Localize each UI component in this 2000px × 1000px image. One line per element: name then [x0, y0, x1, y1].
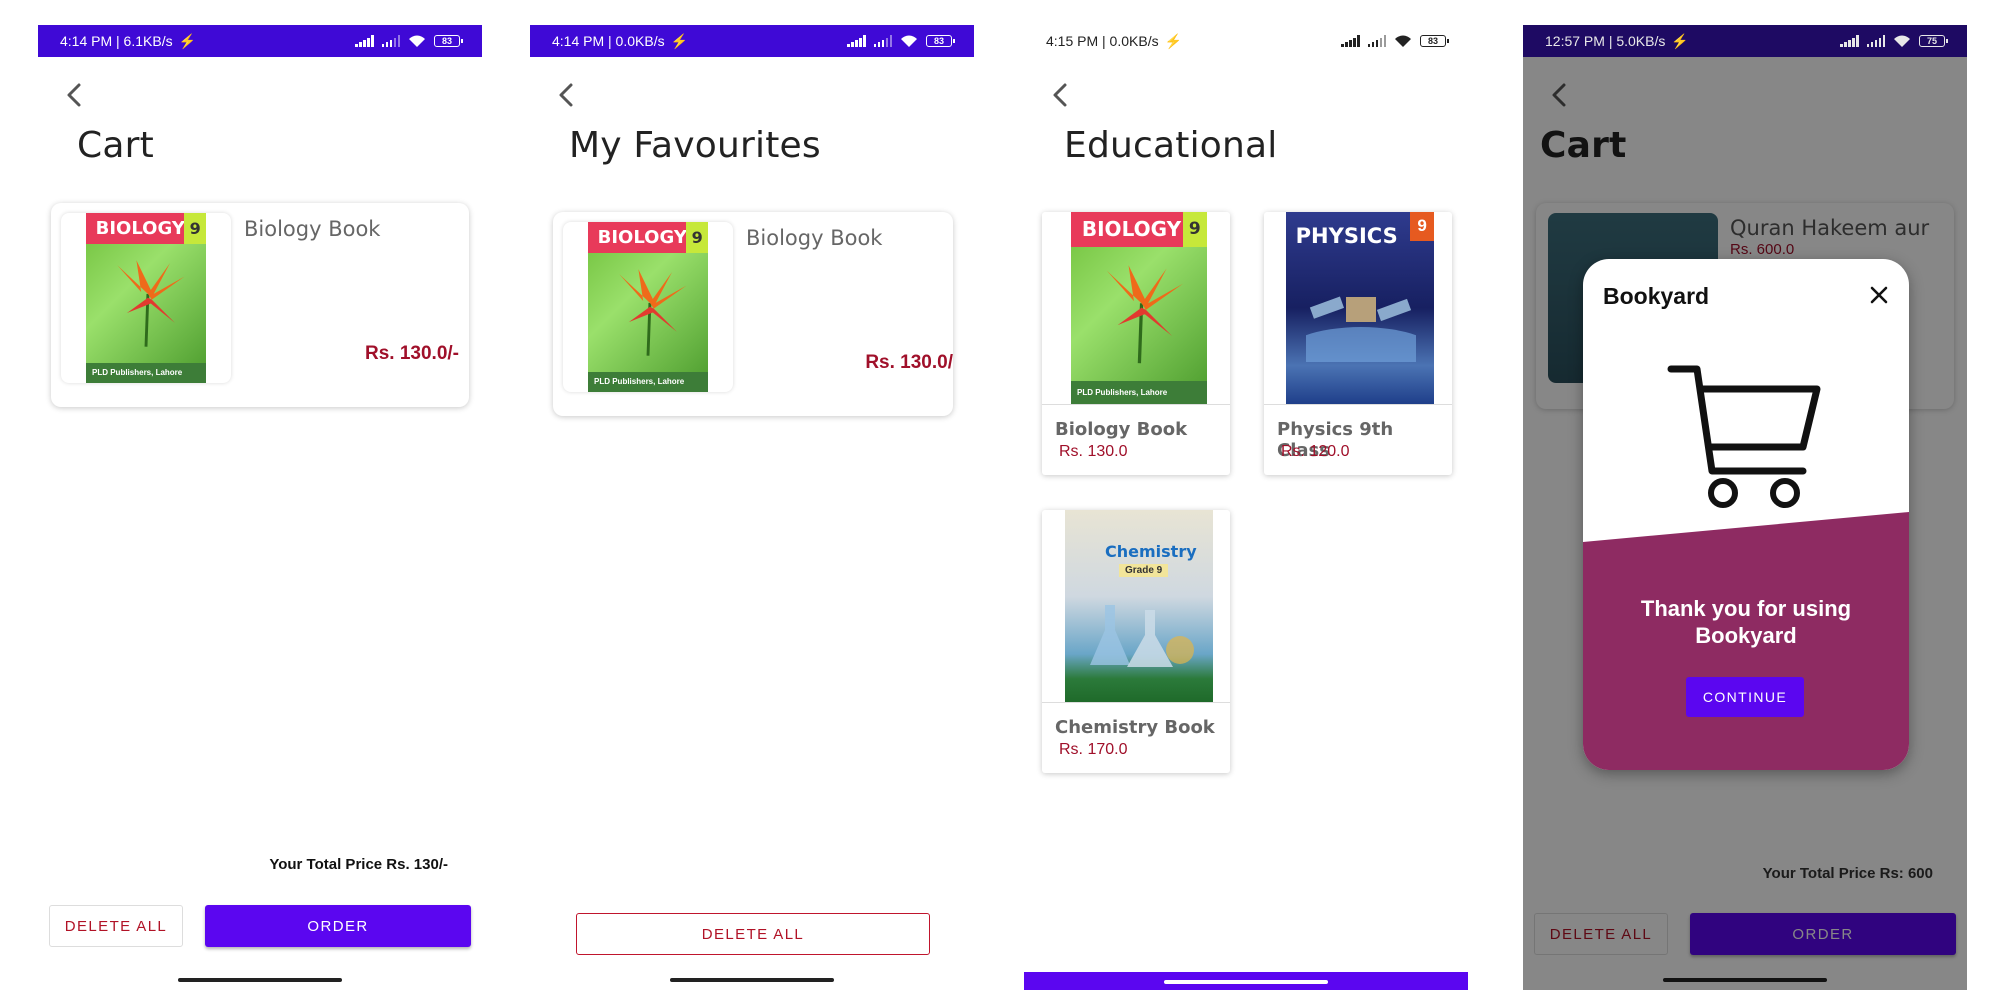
status-bar: 4:14 PM | 6.1KB/s ⚡ 83 — [38, 25, 482, 57]
signal-icon — [381, 35, 400, 47]
cart-screen: 4:14 PM | 6.1KB/s ⚡ 83 Cart BIOLOGY 9 PLD… — [38, 25, 482, 990]
wifi-icon — [1894, 35, 1910, 47]
educational-screen: 4:15 PM | 0.0KB/s ⚡ 83 Educational BIOLOG… — [1024, 25, 1468, 990]
favourite-item-card[interactable]: BIOLOGY 9 PLD Publishers, Lahore Biology… — [553, 212, 953, 416]
signal-icon — [1367, 35, 1386, 47]
back-arrow-icon[interactable] — [60, 80, 90, 110]
home-indicator[interactable] — [670, 978, 834, 982]
signal-icon — [847, 35, 866, 47]
status-time: 12:57 PM | 5.0KB/s — [1545, 33, 1666, 49]
item-name: Biology Book — [244, 217, 381, 241]
home-indicator[interactable] — [178, 978, 342, 982]
item-price: Rs. 130.0/- — [365, 343, 459, 364]
book-cover: PHYSICS 9 — [1286, 212, 1434, 404]
book-name: Chemistry Book — [1055, 717, 1215, 738]
book-image: BIOLOGY 9 PLD Publishers, Lahore — [61, 213, 231, 383]
total-price: Your Total Price Rs. 130/- — [269, 856, 448, 873]
home-indicator[interactable] — [1164, 980, 1328, 984]
wifi-icon — [901, 35, 917, 47]
back-arrow-icon[interactable] — [552, 80, 582, 110]
dialog-message: Thank you for using Bookyard — [1640, 596, 1852, 648]
dialog-title: Bookyard — [1603, 283, 1710, 309]
delete-all-button[interactable]: DELETE ALL — [49, 905, 183, 947]
delete-all-button[interactable]: DELETE ALL — [576, 913, 930, 955]
page-title: My Favourites — [569, 125, 821, 166]
book-cover: Chemistry Grade 9 — [1065, 510, 1213, 702]
close-icon[interactable] — [1869, 285, 1889, 305]
wifi-icon — [1395, 35, 1411, 47]
book-card[interactable]: PHYSICS 9 Physics 9th Class Rs. 120.0 — [1264, 212, 1452, 475]
status-time: 4:14 PM | 6.1KB/s — [60, 33, 173, 49]
signal-icon — [873, 35, 892, 47]
status-bar: 4:15 PM | 0.0KB/s ⚡ 83 — [1024, 25, 1468, 57]
continue-button[interactable]: CONTINUE — [1686, 677, 1804, 717]
book-name: Biology Book — [1055, 419, 1188, 440]
item-name: Biology Book — [746, 226, 883, 250]
battery-icon: 75 — [1919, 35, 1948, 47]
book-price: Rs. 170.0 — [1059, 741, 1128, 758]
item-price: Rs. 130.0/ — [865, 352, 953, 373]
back-arrow-icon[interactable] — [1046, 80, 1076, 110]
signal-icon — [1341, 35, 1360, 47]
cart-icon — [1667, 365, 1821, 508]
book-cover: BIOLOGY 9 PLD Publishers, Lahore — [1071, 212, 1207, 404]
order-button[interactable]: ORDER — [205, 905, 471, 947]
book-card[interactable]: Chemistry Grade 9 Chemistry Book Rs. 170… — [1042, 510, 1230, 773]
book-image: BIOLOGY 9 PLD Publishers, Lahore — [563, 222, 733, 392]
battery-icon: 83 — [434, 35, 463, 47]
signal-icon — [355, 35, 374, 47]
book-price: Rs. 130.0 — [1059, 443, 1128, 460]
battery-icon: 83 — [926, 35, 955, 47]
book-price: Rs. 120.0 — [1281, 443, 1350, 460]
status-time: 4:15 PM | 0.0KB/s — [1046, 33, 1159, 49]
wifi-icon — [409, 35, 425, 47]
status-bar: 4:14 PM | 0.0KB/s ⚡ 83 — [530, 25, 974, 57]
status-bar: 12:57 PM | 5.0KB/s ⚡ 75 — [1523, 25, 1967, 57]
cart-item-card[interactable]: BIOLOGY 9 PLD Publishers, Lahore Biology… — [51, 203, 469, 407]
signal-icon — [1840, 35, 1859, 47]
battery-icon: 83 — [1420, 35, 1449, 47]
thank-you-dialog: Bookyard Thank you for using Bookyard CO… — [1583, 259, 1909, 770]
status-time: 4:14 PM | 0.0KB/s — [552, 33, 665, 49]
signal-icon — [1866, 35, 1885, 47]
book-cover: BIOLOGY 9 PLD Publishers, Lahore — [588, 222, 708, 392]
page-title: Cart — [77, 125, 154, 166]
page-title: Educational — [1064, 125, 1278, 166]
book-cover: BIOLOGY 9 PLD Publishers, Lahore — [86, 213, 206, 383]
favourites-screen: 4:14 PM | 0.0KB/s ⚡ 83 My Favourites BIOL… — [530, 25, 974, 990]
book-card[interactable]: BIOLOGY 9 PLD Publishers, Lahore Biology… — [1042, 212, 1230, 475]
cart-dialog-screen: 12:57 PM | 5.0KB/s ⚡ 75 Cart Quran Hakeem… — [1523, 25, 1967, 990]
